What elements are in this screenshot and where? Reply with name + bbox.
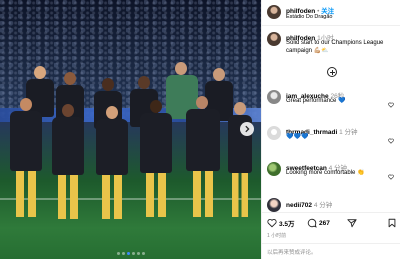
post-location[interactable]: Estádio Do Dragão [286, 14, 332, 20]
heart-icon [388, 102, 394, 108]
carousel-dot [126, 252, 130, 255]
comment-avatar[interactable] [267, 162, 281, 176]
pitch-line [0, 198, 261, 200]
share-button[interactable] [347, 217, 357, 229]
post-actions: 3.5万 267 [267, 217, 397, 229]
comment-text: Looking more comfortable 👏 [286, 170, 365, 176]
comment-box-divider [262, 243, 400, 244]
heart-icon [388, 138, 394, 144]
comment-like-button[interactable] [388, 167, 394, 180]
bookmark-icon [388, 218, 396, 228]
comment-avatar[interactable] [267, 198, 281, 212]
add-comment-input[interactable]: 以后再来赞成评论。 [267, 248, 317, 256]
comment-time: 1 分钟 [339, 129, 358, 136]
heart-icon [388, 174, 394, 180]
chevron-right-icon [245, 125, 250, 133]
carousel-dots [0, 252, 261, 255]
heart-icon [267, 218, 277, 228]
comment-text: Great performance 💙 [286, 98, 346, 104]
comment-icon [307, 218, 317, 228]
carousel-dot [116, 252, 120, 255]
carousel-dot [121, 252, 125, 255]
comment-like-button[interactable] [388, 95, 394, 108]
author-avatar[interactable] [267, 5, 281, 19]
post-timestamp: 1 小时前 [267, 233, 287, 239]
comment-avatar[interactable] [267, 90, 281, 104]
like-count: 3.5万 [279, 221, 295, 228]
like-button[interactable]: 3.5万 [267, 217, 295, 229]
share-icon [347, 219, 357, 228]
carousel-dot [141, 252, 145, 255]
caption-text: Solid start to our Champions League camp… [286, 40, 384, 54]
header-divider [262, 25, 400, 26]
caption-avatar[interactable] [267, 32, 281, 46]
comment-text: 💙💙💙 [286, 134, 309, 140]
comment-count: 267 [319, 219, 330, 227]
actions-divider [262, 212, 400, 213]
carousel-dot [131, 252, 135, 255]
comment-avatar[interactable] [267, 126, 281, 140]
post-photo[interactable] [0, 0, 261, 259]
save-button[interactable] [387, 217, 397, 229]
comment-like-button[interactable] [388, 131, 394, 144]
comment-time: 4 分钟 [313, 202, 333, 209]
comment-username[interactable]: nedii702 [286, 202, 312, 209]
carousel-dot [136, 252, 140, 255]
post-sidebar: philfoden • 关注 Estádio Do Dragão philfod… [261, 0, 400, 259]
plus-circle-icon[interactable] [327, 67, 337, 77]
comment-button[interactable]: 267 [307, 217, 330, 229]
next-photo-button[interactable] [240, 122, 254, 136]
